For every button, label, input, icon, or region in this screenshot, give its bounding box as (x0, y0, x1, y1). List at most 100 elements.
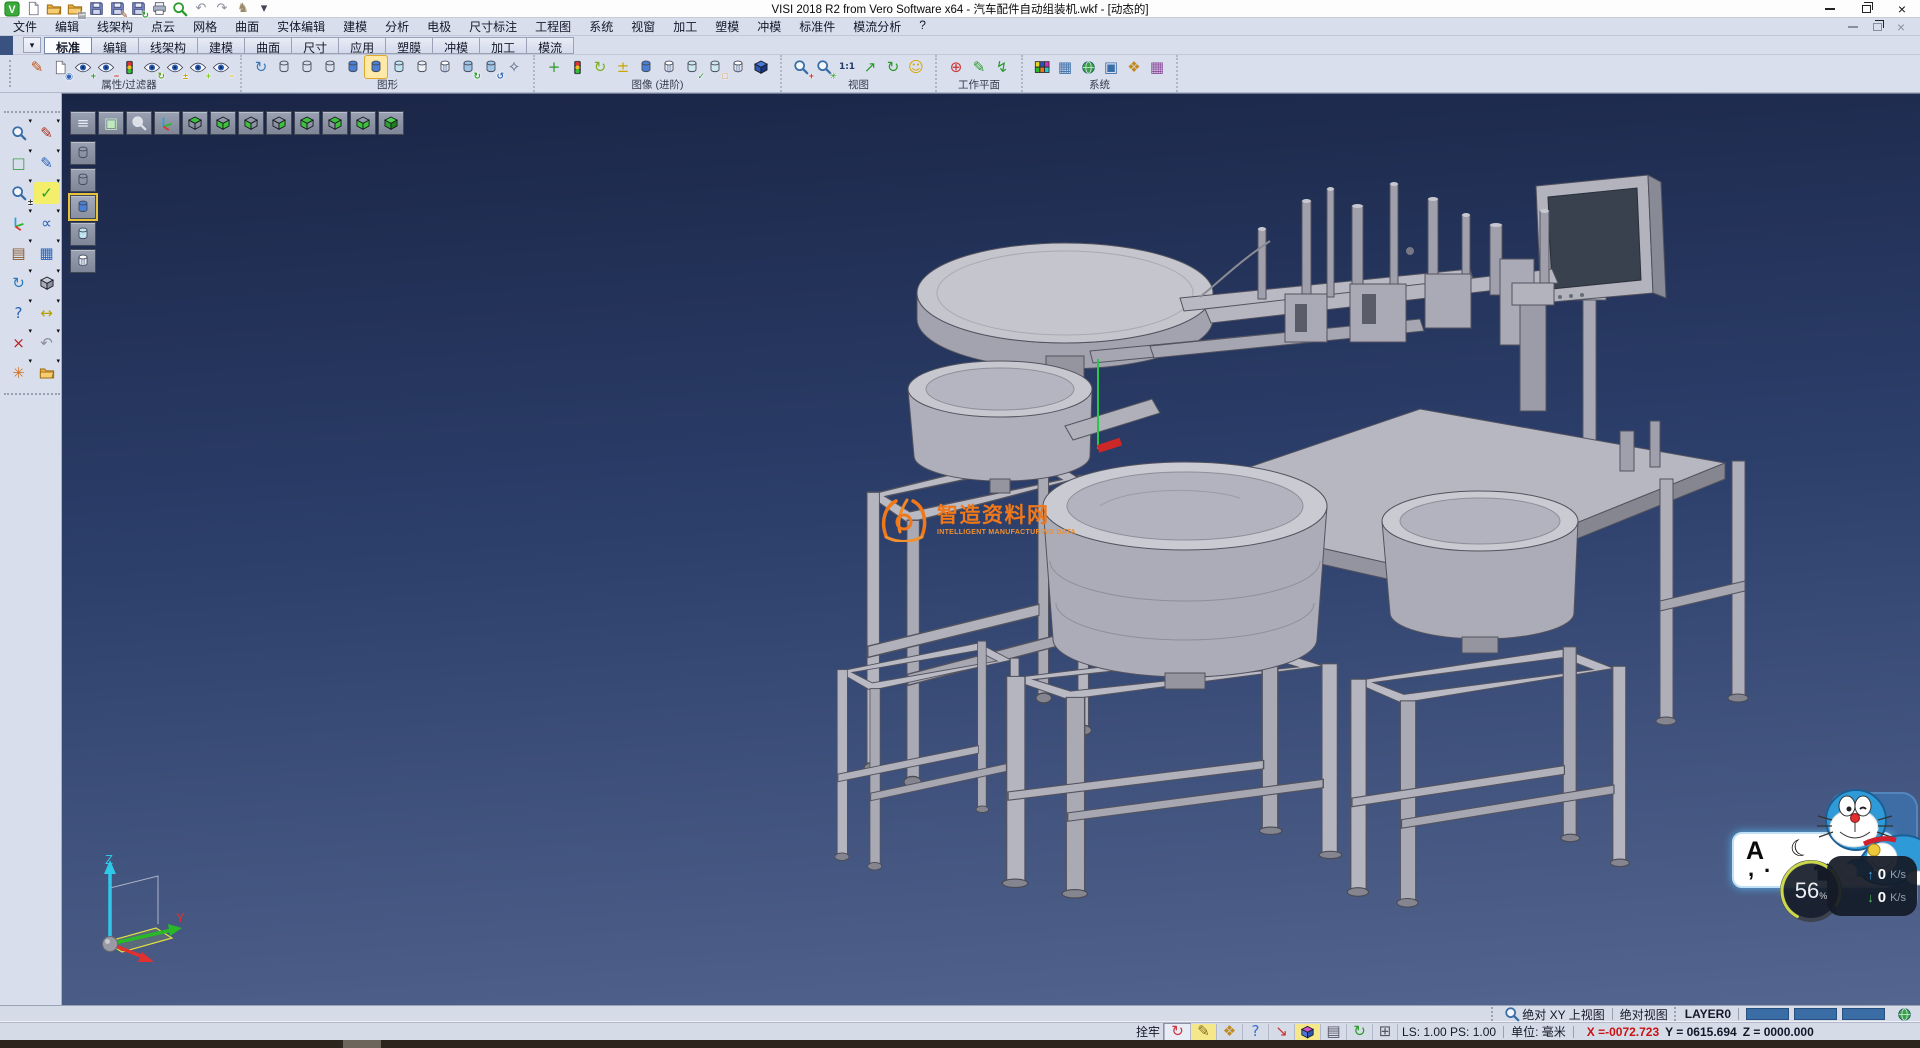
view-frame-icon[interactable]: ▣ (98, 111, 124, 135)
menu-item-10[interactable]: 电极 (418, 18, 460, 35)
filter-refresh-icon[interactable]: ↻ (141, 56, 163, 78)
color-swatch[interactable] (1746, 1008, 1789, 1020)
status-grid-icon[interactable]: ⊞ (1372, 1024, 1398, 1040)
regen-graphics-icon[interactable]: ↻ (250, 56, 272, 78)
status-target-icon[interactable]: ↘ (1268, 1024, 1294, 1040)
view-axis-icon[interactable] (154, 111, 180, 135)
toolbar-tab-8[interactable]: 塑膜 (386, 37, 433, 54)
view-left-icon[interactable] (238, 111, 264, 135)
toolbar-tab-3[interactable]: 线架构 (139, 37, 198, 54)
minimize-button[interactable] (1812, 0, 1848, 17)
view-top-icon[interactable] (182, 111, 208, 135)
menu-item-4[interactable]: 点云 (142, 18, 184, 35)
toolbar-tab-6[interactable]: 尺寸 (292, 37, 339, 54)
visibility-invert-icon[interactable]: ± (164, 56, 186, 78)
dashed-hidden-mode-icon[interactable] (319, 56, 341, 78)
import-file-icon[interactable]: ▤ (66, 1, 84, 17)
toolbar-tab-10[interactable]: 加工 (480, 37, 527, 54)
image-refresh-icon[interactable]: ↻ (589, 56, 611, 78)
folder-open-icon[interactable] (34, 362, 59, 384)
wireframe-mode-icon[interactable] (273, 56, 295, 78)
toolbar-options-icon[interactable]: ▾ (255, 1, 273, 17)
workplane-align-icon[interactable]: ↯ (991, 56, 1013, 78)
view-front-icon[interactable] (294, 111, 320, 135)
solid-view-icon[interactable] (750, 56, 772, 78)
snap-settings-icon[interactable]: ❖ (1123, 56, 1145, 78)
doc-close-button[interactable]: × (1890, 20, 1912, 34)
frame-view-icon[interactable]: □ (6, 152, 31, 174)
view-mode-label[interactable]: 绝对 XY 上视图 (1522, 1006, 1604, 1023)
status-globe-icon[interactable] (1894, 1006, 1914, 1022)
save-all-icon[interactable]: ↻ (129, 1, 147, 17)
menu-item-2[interactable]: 编辑 (46, 18, 88, 35)
color-table-icon[interactable]: ▦ (1054, 56, 1076, 78)
print-icon[interactable] (150, 1, 168, 17)
toolbar-tab-7[interactable]: 应用 (339, 37, 386, 54)
toolbar-tab-1[interactable]: 标准 (44, 37, 92, 54)
image-export-icon[interactable]: □ (704, 56, 726, 78)
redo-icon[interactable]: ↷ (213, 1, 231, 17)
doc-minimize-button[interactable] (1842, 20, 1864, 34)
workplane-create-icon[interactable]: ⊕ (945, 56, 967, 78)
tab-overflow-button[interactable]: ▾ (23, 37, 41, 53)
status-pick-icon[interactable]: ✎ (1190, 1024, 1216, 1040)
shade-hidden-icon[interactable] (70, 168, 96, 192)
preferences-window-icon[interactable]: ▣ (1100, 56, 1122, 78)
layers-books-icon[interactable]: ▤ (6, 242, 31, 264)
status-cube-icon[interactable] (1294, 1024, 1320, 1040)
transparent-mode-icon[interactable] (388, 56, 410, 78)
close-button[interactable]: × (1884, 0, 1920, 17)
menu-item-17[interactable]: 冲模 (748, 18, 790, 35)
color-palette-icon[interactable] (1031, 56, 1053, 78)
view-back-icon[interactable] (322, 111, 348, 135)
shade-transparent-icon[interactable] (70, 222, 96, 246)
toolbar-tab-11[interactable]: 模流 (527, 37, 574, 54)
graphics-options-icon[interactable]: ✧ (503, 56, 525, 78)
view-right-icon[interactable] (266, 111, 292, 135)
toolbar-tab-9[interactable]: 冲模 (433, 37, 480, 54)
render-smile-icon[interactable]: ☺ (905, 56, 927, 78)
new-document-icon[interactable] (24, 1, 42, 17)
refresh-icon[interactable]: ↻ (6, 272, 31, 294)
workplane-edit-icon[interactable]: ✎ (968, 56, 990, 78)
curve-icon[interactable]: ∝ (34, 212, 59, 234)
image-add-icon[interactable]: + (543, 56, 565, 78)
save-icon[interactable] (87, 1, 105, 17)
delete-trash-icon[interactable]: × (6, 332, 31, 354)
zoom-all-icon[interactable]: ✳ (813, 56, 835, 78)
solid-cube-icon[interactable] (34, 272, 59, 294)
zoom-scale-icon[interactable]: 1:1 (836, 56, 858, 78)
view-zoom-icon[interactable] (126, 111, 152, 135)
menu-item-12[interactable]: 工程图 (526, 18, 580, 35)
shade-solid-icon[interactable] (70, 195, 96, 219)
filter-traffic-icon[interactable] (118, 56, 140, 78)
menu-item-8[interactable]: 建模 (334, 18, 376, 35)
sketch-delete-icon[interactable]: ✎ (34, 122, 59, 144)
menu-item-9[interactable]: 分析 (376, 18, 418, 35)
open-file-icon[interactable] (45, 1, 63, 17)
print-preview-icon[interactable] (171, 1, 189, 17)
image-hatch-icon[interactable] (727, 56, 749, 78)
status-hand-icon[interactable]: ❖ (1216, 1024, 1242, 1040)
status-help-icon[interactable]: ? (1242, 1024, 1268, 1040)
rebuild-graphics-icon[interactable]: ↺ (480, 56, 502, 78)
menu-item-19[interactable]: 模流分析 (844, 18, 910, 35)
toolbar-tab-5[interactable]: 曲面 (245, 37, 292, 54)
stamp-icon[interactable]: ♞ (234, 1, 252, 17)
view-iso-icon[interactable] (350, 111, 376, 135)
menu-item-7[interactable]: 实体编辑 (268, 18, 334, 35)
view-menu-icon[interactable]: ≡ (70, 111, 96, 135)
menu-item-18[interactable]: 标准件 (790, 18, 844, 35)
toolbar-tab-2[interactable]: 编辑 (92, 37, 139, 54)
color-swatch[interactable] (1842, 1008, 1885, 1020)
zoom-select-icon[interactable] (6, 122, 31, 144)
confirm-icon[interactable]: ✓ (34, 182, 59, 204)
hidden-line-mode-icon[interactable] (296, 56, 318, 78)
status-refresh-icon[interactable]: ↻ (1164, 1024, 1190, 1040)
visi-logo[interactable]: V (3, 1, 21, 17)
filter-add-icon[interactable]: + (72, 56, 94, 78)
image-ok-icon[interactable]: ✓ (681, 56, 703, 78)
spline-edit-icon[interactable]: ✎ (34, 152, 59, 174)
color-swatch[interactable] (1794, 1008, 1837, 1020)
shade-wireframe-icon[interactable] (70, 141, 96, 165)
